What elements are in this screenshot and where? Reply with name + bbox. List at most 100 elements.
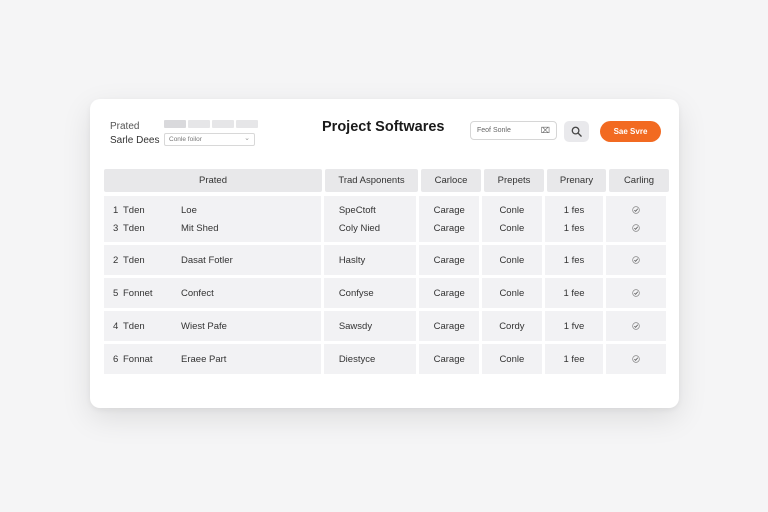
- check-circle-icon[interactable]: [632, 322, 640, 330]
- cell-line: Carage: [434, 201, 465, 219]
- cell-line: Conle: [499, 219, 524, 237]
- cell-line: [632, 317, 640, 335]
- column-header[interactable]: Prenary: [547, 169, 606, 192]
- filter-chips: [164, 120, 258, 128]
- row-status: Carage: [433, 287, 465, 299]
- row-type: Tden: [123, 222, 145, 234]
- table-row[interactable]: 6 Fonnat Eraee Part Diestyce Carage Conle 1 fe…: [104, 344, 666, 374]
- row-name: Eraee Part: [181, 353, 227, 365]
- check-circle-icon[interactable]: [632, 224, 640, 232]
- row-reference: Conle: [499, 204, 525, 216]
- table-cell: [606, 344, 666, 374]
- table-cell: Sawsdy: [323, 311, 417, 341]
- row-number: 6: [113, 353, 119, 365]
- check-circle-icon[interactable]: [632, 355, 640, 363]
- row-status: Carage: [433, 254, 465, 266]
- cell-line: Carage: [434, 219, 465, 237]
- filter-chip[interactable]: [212, 120, 234, 128]
- table-cell: [606, 278, 666, 308]
- row-type: Fonnet: [123, 287, 153, 299]
- filter-select[interactable]: Conle foilor ⌄: [164, 133, 255, 146]
- row-reference: Conle: [499, 353, 525, 365]
- row-type: Tden: [123, 204, 145, 216]
- cell-line: 5 Fonnet Confect: [113, 284, 321, 302]
- row-fee: 1 fes: [563, 222, 585, 234]
- cell-line: Cordy: [499, 317, 524, 335]
- row-status: Carage: [433, 222, 465, 234]
- cell-line: Haslty: [339, 251, 417, 269]
- table-cell: Carage Carage: [419, 196, 480, 242]
- cell-line: Carage: [434, 350, 465, 368]
- table-cell: 2 Tden Dasat Fotler: [104, 245, 321, 275]
- cell-line: 1 fee: [563, 350, 584, 368]
- filter-chip[interactable]: [164, 120, 186, 128]
- primary-action-button[interactable]: Sae Svre: [600, 121, 661, 142]
- table-cell: 4 Tden Wiest Pafe: [104, 311, 321, 341]
- cell-line: 1 fes: [564, 219, 585, 237]
- row-status: Carage: [433, 353, 465, 365]
- row-reference: Cordy: [499, 320, 525, 332]
- column-header[interactable]: Carling: [609, 169, 669, 192]
- check-circle-icon[interactable]: [632, 206, 640, 214]
- row-fee: 1 fee: [563, 287, 585, 299]
- row-component: Sawsdy: [338, 320, 373, 332]
- filter-label-top: Prated: [110, 121, 140, 132]
- table-cell: Haslty: [323, 245, 417, 275]
- cell-line: [632, 350, 640, 368]
- cell-line: [632, 219, 640, 237]
- column-header[interactable]: Carloce: [421, 169, 481, 192]
- cell-line: 1 fes: [564, 201, 585, 219]
- cell-line: 2 Tden Dasat Fotler: [113, 251, 321, 269]
- search-button[interactable]: [564, 121, 589, 142]
- table-cell: Diestyce: [323, 344, 417, 374]
- row-fee: 1 fes: [563, 254, 585, 266]
- row-component: Diestyce: [338, 353, 376, 365]
- search-placeholder: Feof Sonle: [477, 127, 511, 134]
- cell-line: Carage: [434, 251, 465, 269]
- row-status: Carage: [433, 204, 465, 216]
- row-number: 2: [113, 254, 119, 266]
- table-cell: Carage: [419, 344, 480, 374]
- row-component: Haslty: [338, 254, 366, 266]
- chevron-down-icon: ⌄: [244, 135, 250, 142]
- cell-line: 4 Tden Wiest Pafe: [113, 317, 321, 335]
- table-row[interactable]: 2 Tden Dasat Fotler Haslty Carage Conle 1 fes: [104, 245, 666, 275]
- cell-line: 3 Tden Mit Shed: [113, 219, 321, 237]
- search-input[interactable]: Feof Sonle ⌧: [470, 121, 557, 140]
- table-cell: Conle: [482, 344, 542, 374]
- cell-line: Carage: [434, 317, 465, 335]
- cell-line: Sawsdy: [339, 317, 417, 335]
- table-cell: 6 Fonnat Eraee Part: [104, 344, 321, 374]
- row-number: 3: [113, 222, 119, 234]
- table-cell: Carage: [419, 311, 480, 341]
- filter-chip[interactable]: [188, 120, 210, 128]
- cell-line: Conle: [499, 284, 524, 302]
- filter-select-value: Conle foilor: [169, 136, 202, 143]
- cell-line: Carage: [434, 284, 465, 302]
- cell-line: Conle: [499, 201, 524, 219]
- check-circle-icon[interactable]: [632, 256, 640, 264]
- row-type: Tden: [123, 320, 145, 332]
- clear-search-icon[interactable]: ⌧: [541, 126, 550, 135]
- table-row[interactable]: 4 Tden Wiest Pafe Sawsdy Carage Cordy 1 fve: [104, 311, 666, 341]
- table-cell: 1 fes: [544, 245, 604, 275]
- filter-label-bottom: Sarle Dees: [110, 135, 160, 146]
- cell-line: [632, 251, 640, 269]
- filter-chip[interactable]: [236, 120, 258, 128]
- row-fee: 1 fes: [563, 204, 585, 216]
- table-cell: 5 Fonnet Confect: [104, 278, 321, 308]
- check-circle-icon[interactable]: [632, 289, 640, 297]
- table-cell: Carage: [419, 278, 480, 308]
- table-cell: SpeCtoft Coly Nied: [323, 196, 417, 242]
- row-component: SpeCtoft: [338, 204, 376, 216]
- table-row[interactable]: 1 Tden Loe 3 Tden Mit Shed SpeCtoft Coly Nied Ca…: [104, 196, 666, 242]
- cell-line: 1 fes: [564, 251, 585, 269]
- column-header[interactable]: Prated: [104, 169, 322, 192]
- row-reference: Conle: [499, 222, 525, 234]
- table-cell: [606, 196, 666, 242]
- search-icon: [571, 126, 582, 137]
- column-header[interactable]: Trad Asponents: [325, 169, 418, 192]
- row-number: 5: [113, 287, 119, 299]
- table-row[interactable]: 5 Fonnet Confect Confyse Carage Conle 1 fee: [104, 278, 666, 308]
- column-header[interactable]: Prepets: [484, 169, 544, 192]
